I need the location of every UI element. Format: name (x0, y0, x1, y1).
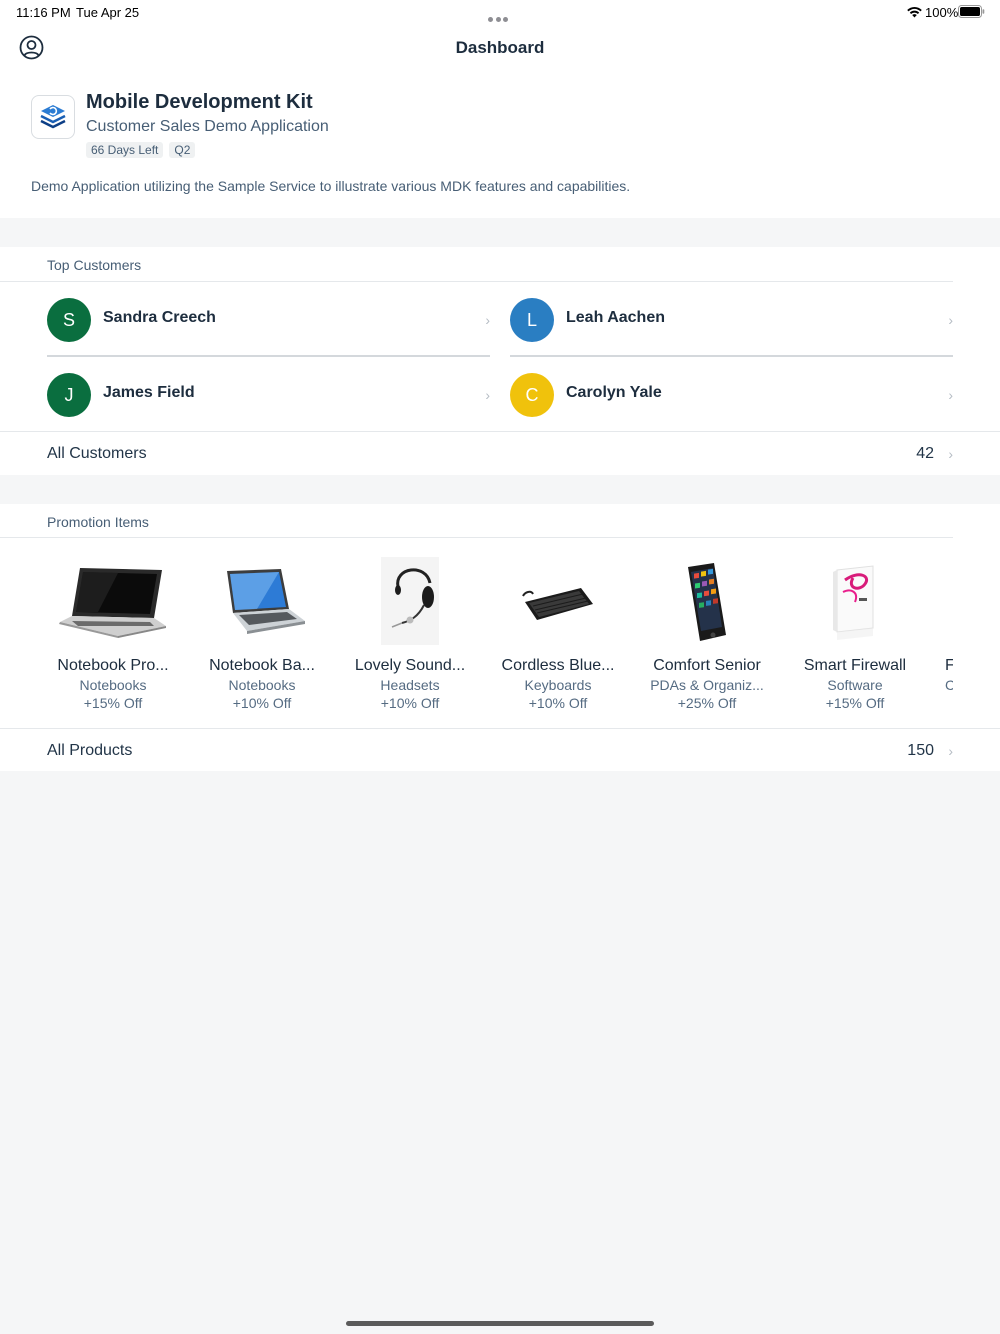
customer-name: Carolyn Yale (566, 384, 662, 401)
chevron-right-icon: › (485, 312, 490, 328)
battery-icon (958, 5, 985, 18)
product-name: Smart Firewall (803, 657, 907, 674)
product-discount: +15% Off (825, 695, 885, 711)
tag-days-left: 66 Days Left (86, 142, 164, 158)
headset-icon (350, 556, 470, 648)
product-category: Notebooks (228, 677, 296, 693)
product-name: Comfort Senior (653, 657, 761, 674)
laptop-blue-icon (202, 556, 322, 648)
all-products-count: 150 (907, 742, 934, 759)
product-category: Software (827, 677, 883, 693)
status-date: Tue Apr 25 (76, 5, 140, 20)
product-name: Notebook Ba... (209, 657, 315, 674)
product-category: Notebooks (79, 677, 147, 693)
chevron-right-icon: › (948, 312, 953, 328)
product-name: Cordless Blue... (501, 657, 615, 674)
section-header-top-customers: Top Customers (47, 257, 142, 273)
promotion-item[interactable]: F C (929, 551, 953, 693)
phone-icon (647, 556, 767, 648)
battery-percent: 100% (925, 5, 959, 20)
header-description: Demo Application utilizing the Sample Se… (31, 178, 631, 194)
chevron-right-icon: › (948, 387, 953, 403)
home-indicator[interactable] (346, 1321, 654, 1326)
customer-item[interactable]: J James Field › (47, 357, 490, 432)
header-tags: 66 Days Left Q2 (86, 142, 196, 158)
multitasking-dots-icon[interactable] (488, 10, 512, 22)
top-customers-section: Top Customers S Sandra Creech › L Leah A… (0, 247, 1000, 475)
chevron-right-icon: › (485, 387, 490, 403)
chevron-right-icon: › (948, 446, 953, 462)
product-discount: +25% Off (677, 695, 737, 711)
product-category: C (929, 677, 953, 693)
customer-item[interactable]: S Sandra Creech › (47, 282, 490, 357)
promotion-item[interactable]: Notebook Ba... Notebooks +10% Off (188, 551, 336, 711)
section-header-promotion-items: Promotion Items (47, 514, 149, 530)
customer-name: Sandra Creech (103, 309, 216, 326)
divider (0, 537, 953, 538)
customer-item[interactable]: C Carolyn Yale › (510, 357, 953, 432)
object-header: Mobile Development Kit Customer Sales De… (0, 70, 1000, 218)
product-name: Lovely Sound... (354, 657, 466, 674)
navigation-bar: Dashboard (0, 26, 1000, 70)
all-products-row[interactable]: All Products 150 › (0, 729, 1000, 772)
all-customers-label: All Customers (47, 445, 147, 462)
promotion-item[interactable]: Lovely Sound... Headsets +10% Off (336, 551, 484, 711)
page-title: Dashboard (455, 38, 545, 57)
customer-name: James Field (103, 384, 195, 401)
software-box-icon (795, 556, 915, 648)
product-category: Keyboards (524, 677, 592, 693)
wifi-icon (907, 7, 922, 18)
promotion-item[interactable]: Cordless Blue... Keyboards +10% Off (484, 551, 632, 711)
product-discount: +10% Off (528, 695, 588, 711)
product-discount: +10% Off (232, 695, 292, 711)
app-logo-icon (31, 95, 75, 139)
promotion-item[interactable]: Notebook Pro... Notebooks +15% Off (39, 551, 187, 711)
all-customers-row[interactable]: All Customers 42 › (0, 432, 1000, 475)
customer-name: Leah Aachen (566, 309, 665, 326)
promotion-items-section: Promotion Items Notebook Pro... Notebook… (0, 504, 1000, 771)
promotion-item[interactable]: Smart Firewall Software +15% Off (781, 551, 929, 711)
promotion-carousel[interactable]: Notebook Pro... Notebooks +15% Off Noteb… (0, 551, 953, 729)
keyboard-icon (498, 556, 618, 648)
status-time: 11:16 PM (16, 5, 71, 20)
promotion-item[interactable]: Comfort Senior PDAs & Organiz... +25% Of… (633, 551, 781, 711)
laptop-icon (53, 556, 173, 648)
header-subtitle: Customer Sales Demo Application (86, 118, 329, 135)
all-customers-count: 42 (916, 445, 934, 462)
avatar: L (510, 298, 554, 342)
product-name: Notebook Pro... (57, 657, 169, 674)
product-category: PDAs & Organiz... (650, 677, 764, 693)
chevron-right-icon: › (948, 743, 953, 759)
avatar: S (47, 298, 91, 342)
product-category: Headsets (380, 677, 440, 693)
product-discount: +10% Off (380, 695, 440, 711)
header-title: Mobile Development Kit (86, 91, 313, 113)
avatar: C (510, 373, 554, 417)
customer-item[interactable]: L Leah Aachen › (510, 282, 953, 357)
status-bar: 11:16 PM Tue Apr 25 100% (0, 0, 1000, 26)
all-products-label: All Products (47, 742, 133, 759)
product-discount: +15% Off (83, 695, 143, 711)
avatar: J (47, 373, 91, 417)
tag-quarter: Q2 (169, 142, 196, 158)
product-name: F (929, 657, 953, 675)
